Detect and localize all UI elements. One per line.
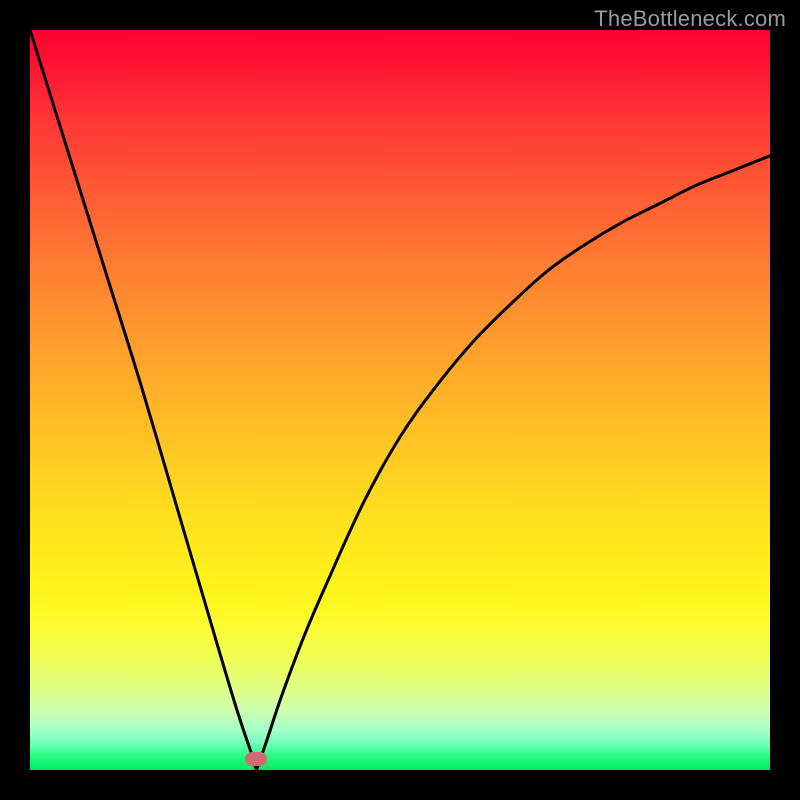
minimum-marker bbox=[245, 752, 267, 766]
curve-svg bbox=[30, 30, 770, 770]
curve-left-branch bbox=[30, 30, 256, 770]
curve-right-branch bbox=[256, 156, 770, 770]
watermark-text: TheBottleneck.com bbox=[594, 6, 786, 32]
plot-area bbox=[30, 30, 770, 770]
chart-container: TheBottleneck.com bbox=[0, 0, 800, 800]
